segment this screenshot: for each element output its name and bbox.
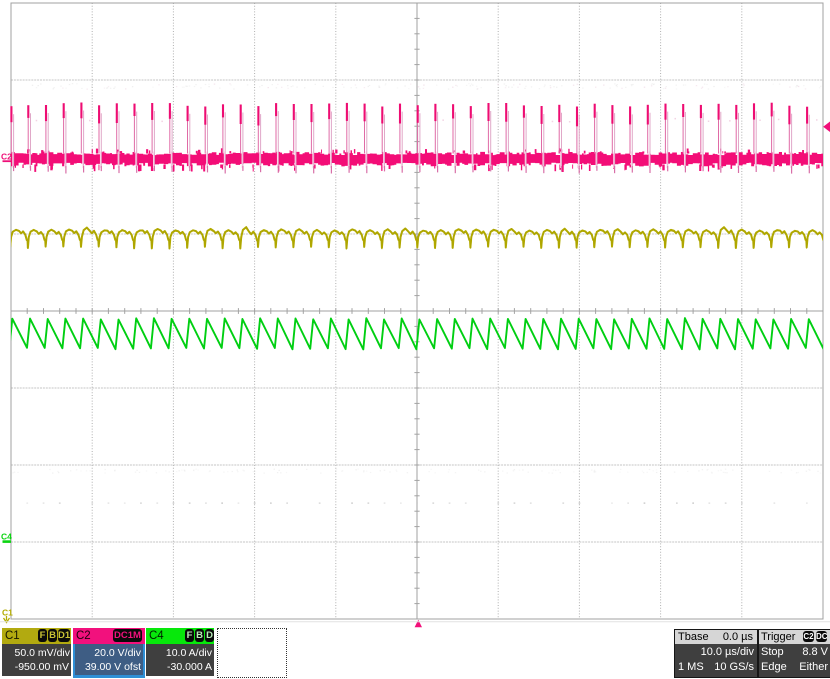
svg-text:C2: C2 bbox=[1, 152, 12, 162]
svg-text:C4: C4 bbox=[1, 532, 12, 542]
svg-text:C1: C1 bbox=[2, 608, 13, 618]
